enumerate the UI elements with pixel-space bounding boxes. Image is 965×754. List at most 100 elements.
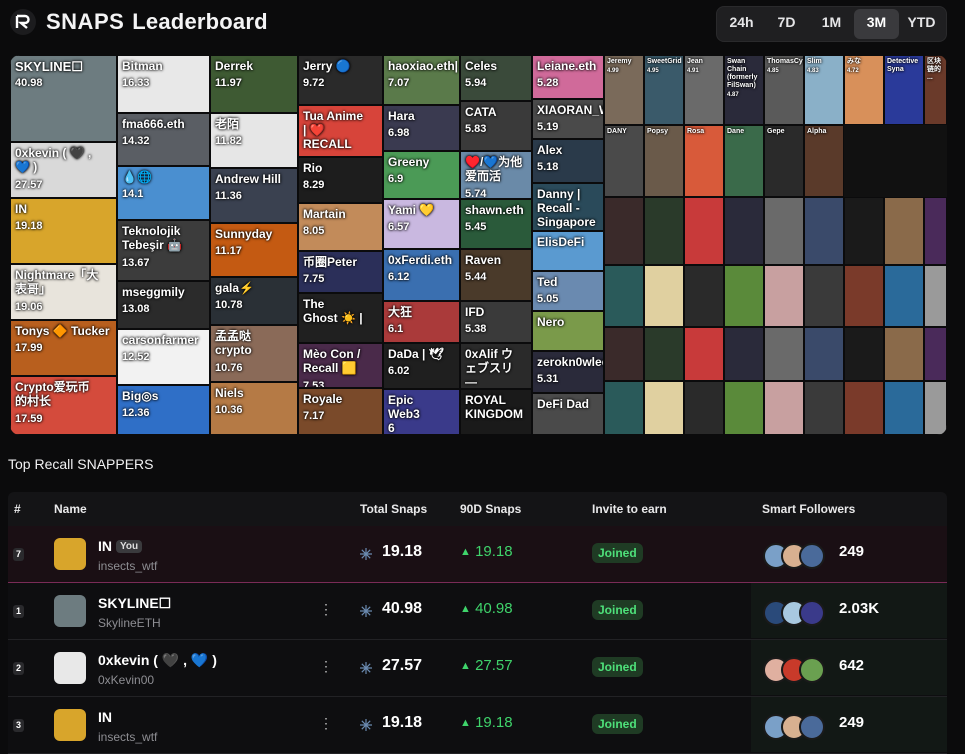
mosaic-tile[interactable]: DANY [604, 125, 644, 197]
mosaic-tile[interactable]: 大狂 6.1 [383, 301, 460, 343]
mosaic-tile[interactable]: DaDa | 🕊 6.02 [383, 343, 460, 389]
mosaic-tile[interactable] [884, 381, 924, 435]
table-row[interactable]: 3 IN insects_wtf ⋮ 19.18 ▲ 19.18 Joined 249 [8, 697, 947, 754]
user-name[interactable]: 0xkevin ( 🖤 , 💙 ) [98, 652, 217, 669]
mosaic-tile[interactable]: 0xFerdi.eth 6.12 [383, 249, 460, 301]
mosaic-tile[interactable] [684, 265, 724, 327]
avatar[interactable] [54, 595, 86, 627]
mosaic-tile[interactable]: ElisDeFi [532, 231, 604, 271]
mosaic-tile[interactable]: Jean 4.91 [684, 55, 724, 125]
mosaic-tile[interactable] [644, 381, 684, 435]
mosaic-tile[interactable]: The Ghost ☀️ | [298, 293, 383, 343]
mosaic-tile[interactable]: Danny | Recall - Singapore [532, 183, 604, 231]
smart-followers-cell[interactable]: 249 [751, 526, 947, 581]
mosaic-tile[interactable] [884, 327, 924, 381]
mosaic-tile[interactable] [884, 197, 924, 265]
mosaic-tile[interactable] [604, 197, 644, 265]
mosaic-tile[interactable] [724, 197, 764, 265]
mosaic-tile[interactable]: CATA 5.83 [460, 101, 532, 151]
mosaic-tile[interactable] [844, 265, 884, 327]
mosaic-tile[interactable] [684, 197, 724, 265]
mosaic-tile[interactable]: ROYAL KINGDOM [460, 389, 532, 435]
avatar[interactable] [54, 652, 86, 684]
mosaic-tile[interactable] [804, 265, 844, 327]
mosaic-tile[interactable]: SweetGrid 4.95 [644, 55, 684, 125]
avatar[interactable] [54, 709, 86, 741]
mosaic-tile[interactable]: Sunnyday 11.17 [210, 223, 298, 277]
mosaic-tile[interactable] [604, 265, 644, 327]
mosaic-tile[interactable]: Celes 5.94 [460, 55, 532, 101]
mosaic-tile[interactable]: 币圈Peter 7.75 [298, 251, 383, 293]
mosaic-tile[interactable]: Royale 7.17 [298, 388, 383, 435]
more-options-icon[interactable]: ⋮ [319, 715, 333, 732]
mosaic-tile[interactable]: Nero [532, 311, 604, 351]
mosaic-tile[interactable]: Big◎s 12.36 [117, 385, 210, 435]
mosaic-tile[interactable]: shawn.eth 5.45 [460, 199, 532, 249]
mosaic-tile[interactable]: IN 19.18 [10, 198, 117, 264]
mosaic-tile[interactable] [804, 381, 844, 435]
mosaic-tile[interactable] [764, 327, 804, 381]
mosaic-tile[interactable] [764, 197, 804, 265]
user-name[interactable]: IN [98, 709, 112, 725]
mosaic-tile[interactable] [924, 327, 947, 381]
mosaic-tile[interactable]: 💧🌐 14.1 [117, 166, 210, 220]
mosaic-tile[interactable] [764, 381, 804, 435]
mosaic-tile[interactable]: ThomasCyber 4.85 [764, 55, 804, 125]
mosaic-tile[interactable] [844, 197, 884, 265]
mosaic-tile[interactable] [804, 197, 844, 265]
mosaic-tile[interactable] [844, 381, 884, 435]
mosaic-tile[interactable]: Tonys 🔶 Tucker 17.99 [10, 320, 117, 376]
mosaic-tile[interactable]: gala⚡ 10.78 [210, 277, 298, 325]
mosaic-tile[interactable] [644, 197, 684, 265]
mosaic-tile[interactable] [684, 327, 724, 381]
mosaic-tile[interactable] [924, 381, 947, 435]
mosaic-tile[interactable] [924, 197, 947, 265]
mosaic-tile[interactable]: zerokn0wledge.hl 5.31 [532, 351, 604, 393]
mosaic-tile[interactable]: Jerry 🔵 9.72 [298, 55, 383, 105]
mosaic-tile[interactable]: Niels 10.36 [210, 382, 298, 435]
mosaic-tile[interactable] [844, 327, 884, 381]
smart-followers-cell[interactable]: 642 [751, 640, 947, 695]
mosaic-tile[interactable]: Greeny 6.9 [383, 151, 460, 199]
mosaic-tile[interactable]: Swan Chain (formerly FilSwan) 4.87 [724, 55, 764, 125]
range-1m[interactable]: 1M [809, 9, 854, 39]
mosaic-tile[interactable]: Tua Anime | ❤️ RECALL [298, 105, 383, 157]
mosaic-tile[interactable]: Raven 5.44 [460, 249, 532, 301]
mosaic-tile[interactable]: ♥️/💙为他 爱而活 5.74 [460, 151, 532, 199]
mosaic-tile[interactable] [644, 327, 684, 381]
mosaic-tile[interactable]: 老陌 11.82 [210, 113, 298, 168]
mosaic-tile[interactable]: Alpha [804, 125, 844, 197]
mosaic-tile[interactable]: みな 4.72 [844, 55, 884, 125]
mosaic-tile[interactable] [804, 327, 844, 381]
user-name[interactable]: SKYLINE☐ [98, 595, 171, 612]
smart-followers-cell[interactable]: 2.03K [751, 583, 947, 638]
mosaic-tile[interactable]: Dane [724, 125, 764, 197]
mosaic-tile[interactable]: Leiane.eth 5.28 [532, 55, 604, 99]
mosaic-tile[interactable] [724, 265, 764, 327]
mosaic-tile[interactable]: Hara 6.98 [383, 105, 460, 151]
mosaic-tile[interactable]: IFD 5.38 [460, 301, 532, 343]
mosaic-tile[interactable]: Martain 8.05 [298, 203, 383, 251]
more-options-icon[interactable]: ⋮ [319, 658, 333, 675]
range-ytd[interactable]: YTD [899, 9, 944, 39]
mosaic-tile[interactable]: XIAORAN_WEB3 5.19 [532, 99, 604, 139]
table-row[interactable]: 2 0xkevin ( 🖤 , 💙 ) 0xKevin00 ⋮ 27.57 ▲ 27.57… [8, 640, 947, 697]
col-90d-snaps[interactable]: 90D Snaps [460, 502, 521, 516]
mosaic-tile[interactable]: Slim 4.83 [804, 55, 844, 125]
mosaic-tile[interactable] [684, 381, 724, 435]
mosaic-tile[interactable] [604, 327, 644, 381]
mosaic-tile[interactable] [764, 265, 804, 327]
joined-badge[interactable]: Joined [592, 714, 643, 734]
mosaic-tile[interactable] [884, 265, 924, 327]
mosaic-tile[interactable]: Nightmare「大 表哥」 19.06 [10, 264, 117, 320]
mosaic-tile[interactable]: DeFi Dad [532, 393, 604, 435]
mosaic-tile[interactable]: Bitman 16.33 [117, 55, 210, 113]
mosaic-tile[interactable]: Gepe [764, 125, 804, 197]
mosaic-tile[interactable]: SKYLINE☐ 40.98 [10, 55, 117, 142]
mosaic-tile[interactable]: 0xAlif ウ ェブスリ — [460, 343, 532, 389]
avatar[interactable] [54, 538, 86, 570]
mosaic-tile[interactable]: mseggmily 13.08 [117, 281, 210, 329]
table-row[interactable]: 1 SKYLINE☐ SkylineETH ⋮ 40.98 ▲ 40.98 Joined 2.… [8, 583, 947, 640]
smart-followers-cell[interactable]: 249 [751, 697, 947, 752]
mosaic-tile[interactable]: Epic Web3 6 [383, 389, 460, 435]
